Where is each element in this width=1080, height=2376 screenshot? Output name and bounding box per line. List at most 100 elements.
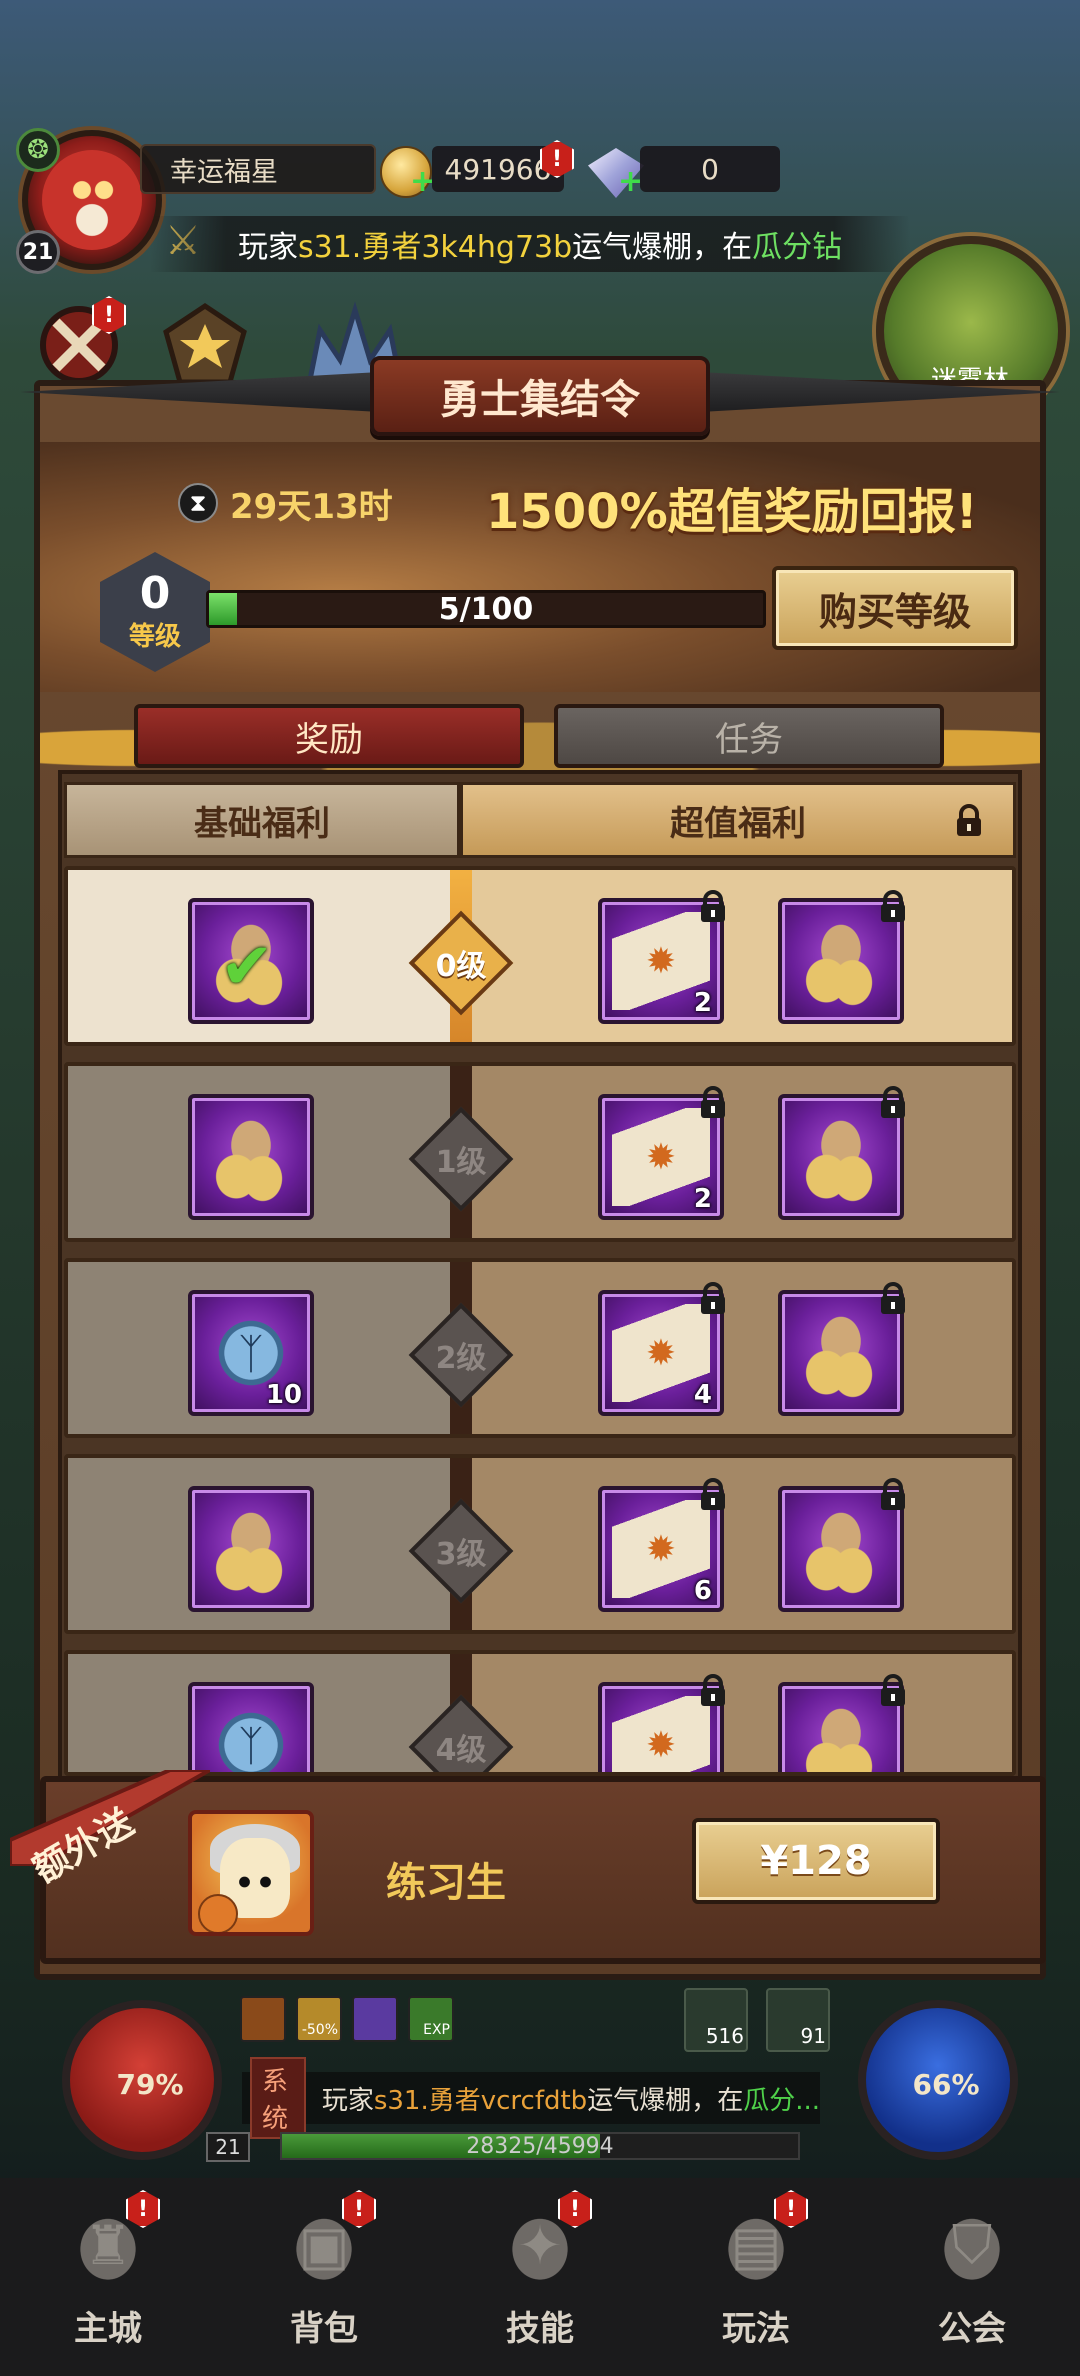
system-chat[interactable]: 系统 玩家s31.勇者vcrcfdtb运气爆棚，在瓜分... (242, 2057, 820, 2139)
nav-guild[interactable]: ⛉ 公会 (864, 2178, 1080, 2376)
padlock-icon (876, 1086, 910, 1120)
player-level-badge: 21 (16, 230, 60, 274)
chat-channel-tag: 系统 (250, 2057, 306, 2139)
scroll-ticket-icon[interactable]: 4 (598, 1282, 725, 1416)
item-quantity: 4 (693, 1380, 712, 1410)
chat-message: 玩家s31.勇者vcrcfdtb运气爆棚，在瓜分... (321, 2085, 820, 2116)
tier-level-badge: 2级 (416, 1310, 506, 1400)
blue-potion-icon[interactable]: 91 (766, 1988, 830, 2052)
rune-stone-icon[interactable] (188, 1682, 314, 1772)
buff-magic-icon[interactable] (352, 1996, 398, 2042)
padlock-icon (951, 803, 987, 839)
purchase-button[interactable]: ¥128 (692, 1818, 940, 1904)
scroll-ticket-icon[interactable]: 2 (598, 1086, 725, 1220)
star-trophy-icon[interactable] (160, 300, 250, 390)
buff-discount-icon[interactable]: -50% (296, 1996, 342, 2042)
coin-bag-icon[interactable] (778, 890, 905, 1024)
premium-reward-cell (460, 870, 1012, 1042)
tab-rewards[interactable]: 奖励 (134, 704, 524, 768)
tier-level-badge: 1级 (416, 1114, 506, 1204)
countdown-text: 29天13时 (230, 486, 393, 527)
marquee-event: 瓜分钻 (752, 230, 843, 265)
pass-level-label: 等级 (128, 621, 181, 652)
tier-level-text: 3级 (435, 1537, 487, 1572)
pass-progress-bar: 5/100 (206, 590, 766, 628)
item-glyph (202, 1500, 300, 1598)
marquee-player: s31.勇者3k4hg73b (298, 230, 573, 265)
xp-text: 28325/45994 (466, 2133, 614, 2159)
nav-label: 公会 (938, 2309, 1006, 2349)
mp-percent: 66% (912, 2068, 980, 2101)
tier-level-text: 1级 (435, 1145, 487, 1180)
player-name: 幸运福星 (140, 144, 376, 194)
pass-level-value: 0 (139, 567, 171, 619)
padlock-icon (876, 1282, 910, 1316)
hp-orb: 79% (62, 2000, 222, 2160)
premium-reward-cell (460, 1262, 1012, 1434)
padlock-icon (876, 890, 910, 924)
coin-bag-icon[interactable] (188, 1094, 314, 1220)
coin-bag-icon[interactable] (188, 1486, 314, 1612)
reward-row[interactable]: 2 1级 (64, 1062, 1016, 1242)
coin-bag-icon[interactable]: ✔ (188, 898, 314, 1024)
promo-headline: 1500%超值奖励回报! (486, 484, 978, 540)
nav-gameplay[interactable]: ▤ 玩法 ! (648, 2178, 864, 2376)
tier-level-text: 0级 (435, 949, 487, 984)
hp-percent: 79% (116, 2068, 184, 2101)
coin-bag-icon[interactable] (778, 1282, 905, 1416)
hero-portrait[interactable] (188, 1810, 314, 1936)
red-potion-icon[interactable]: 516 (684, 1988, 748, 2052)
bottom-navigation: ♜ 主城 ! ▣ 背包 ! ✦ 技能 ! ▤ 玩法 ! ⛉ 公会 (0, 2178, 1080, 2376)
item-glyph (202, 1696, 300, 1772)
marquee-prefix: 玩家 (238, 230, 298, 265)
rune-stone-icon[interactable]: 10 (188, 1290, 314, 1416)
gem-amount[interactable]: 0 (640, 146, 780, 192)
reward-row[interactable]: 6 3级 (64, 1454, 1016, 1634)
column-header-base: 基础福利 (64, 782, 460, 858)
add-gem-icon[interactable]: + (618, 164, 643, 199)
column-header-premium: 超值福利 (460, 782, 1016, 858)
padlock-icon (696, 890, 730, 924)
item-glyph (792, 1108, 890, 1206)
countdown: ⧗ 29天13时 (178, 478, 393, 528)
coin-bag-icon[interactable] (778, 1086, 905, 1220)
item-glyph (792, 912, 890, 1010)
nav-label: 技能 (506, 2309, 574, 2349)
item-quantity: 6 (693, 1576, 712, 1606)
nav-skills[interactable]: ✦ 技能 ! (432, 2178, 648, 2376)
scroll-ticket-icon[interactable] (598, 1674, 725, 1772)
reward-row[interactable]: 4级 (64, 1650, 1016, 1776)
padlock-icon (876, 1478, 910, 1512)
buff-fire-icon[interactable] (240, 1996, 286, 2042)
tab-tasks[interactable]: 任务 (554, 704, 944, 768)
item-glyph (202, 1108, 300, 1206)
buy-level-button[interactable]: 购买等级 (772, 566, 1018, 650)
premium-reward-cell (460, 1654, 1012, 1772)
nav-backpack[interactable]: ▣ 背包 ! (216, 2178, 432, 2376)
tier-level-badge: 3级 (416, 1506, 506, 1596)
nav-main-city[interactable]: ♜ 主城 ! (0, 2178, 216, 2376)
item-glyph (792, 1304, 890, 1402)
padlock-icon (696, 1086, 730, 1120)
buff-exp-icon[interactable]: EXP (408, 1996, 454, 2042)
nav-label: 玩法 (722, 2309, 790, 2349)
reward-row[interactable]: 10 4 2级 (64, 1258, 1016, 1438)
announcement-marquee: 玩家 s31.勇者3k4hg73b 运气爆棚，在 瓜分钻 (150, 216, 910, 272)
scroll-ticket-icon[interactable]: 2 (598, 890, 725, 1024)
mp-orb: 66% (858, 2000, 1018, 2160)
item-glyph (792, 1500, 890, 1598)
padlock-icon (696, 1282, 730, 1316)
reward-row[interactable]: ✔ 2 0级 (64, 866, 1016, 1046)
coin-bag-icon[interactable] (778, 1674, 905, 1772)
xp-bar: 28325/45994 (280, 2132, 800, 2160)
premium-reward-cell (460, 1066, 1012, 1238)
premium-reward-cell (460, 1458, 1012, 1630)
coin-bag-icon[interactable] (778, 1478, 905, 1612)
claimed-check-icon: ✔ (220, 930, 274, 1004)
item-quantity: 2 (693, 1184, 712, 1214)
add-gold-icon[interactable]: + (410, 164, 435, 199)
hourglass-icon: ⧗ (178, 483, 218, 523)
padlock-icon (696, 1674, 730, 1708)
scroll-ticket-icon[interactable]: 6 (598, 1478, 725, 1612)
vip-badge-icon[interactable]: ❂ (16, 128, 60, 172)
